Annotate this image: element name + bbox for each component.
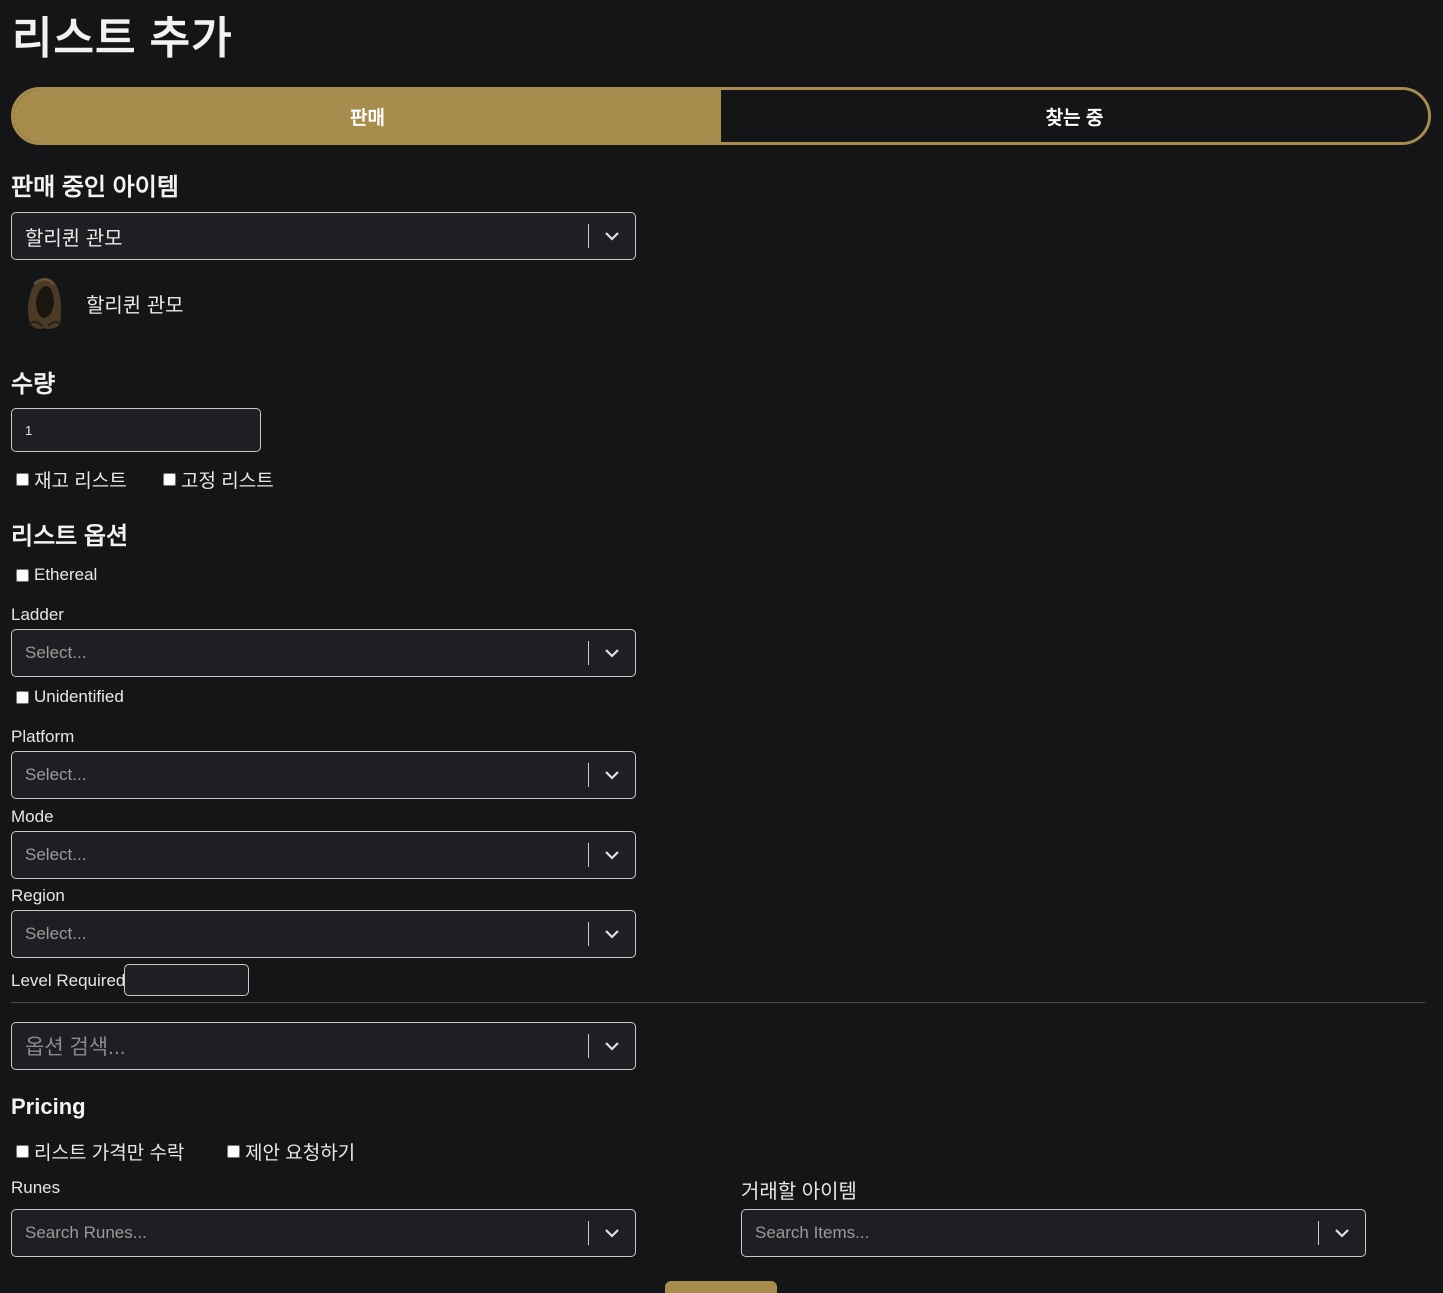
trade-items-placeholder: Search Items... <box>755 1223 870 1242</box>
checkbox-box[interactable] <box>16 1145 29 1158</box>
section-divider <box>11 1002 1425 1003</box>
region-placeholder: Select... <box>25 924 87 943</box>
trade-items-select[interactable]: Search Items... <box>741 1209 1366 1257</box>
item-select[interactable]: 할리퀸 관모 <box>11 212 636 260</box>
stock-listing-label: 재고 리스트 <box>34 471 127 492</box>
ladder-select[interactable]: Select... <box>11 629 636 677</box>
chevron-down-icon[interactable] <box>1319 1228 1365 1238</box>
list-price-only-checkbox[interactable]: 리스트 가격만 수락 <box>16 1138 184 1165</box>
options-heading: 리스트 옵션 <box>11 523 129 550</box>
fixed-listing-checkbox[interactable]: 고정 리스트 <box>163 466 274 493</box>
request-offer-checkbox[interactable]: 제안 요청하기 <box>227 1138 355 1165</box>
request-offer-label: 제안 요청하기 <box>245 1143 356 1164</box>
item-section-heading: 판매 중인 아이템 <box>11 174 179 201</box>
checkbox-box[interactable] <box>16 568 29 582</box>
page-title: 리스트 추가 <box>12 14 233 63</box>
ladder-label: Ladder <box>11 605 64 624</box>
item-preview-name: 할리퀸 관모 <box>86 295 184 317</box>
fixed-listing-label: 고정 리스트 <box>181 471 274 492</box>
submit-button[interactable] <box>665 1281 777 1293</box>
checkbox-box[interactable] <box>163 473 176 486</box>
ladder-placeholder: Select... <box>25 643 87 662</box>
ethereal-label: Ethereal <box>34 565 98 584</box>
mode-label: Mode <box>11 807 54 826</box>
quantity-input[interactable]: 1 <box>11 408 261 452</box>
checkbox-box[interactable] <box>227 1145 240 1158</box>
tab-sell[interactable]: 판매 <box>14 90 721 142</box>
hood-helmet-icon <box>22 272 66 332</box>
chevron-down-icon[interactable] <box>589 850 635 860</box>
chevron-down-icon[interactable] <box>589 1041 635 1051</box>
unidentified-checkbox[interactable]: Unidentified <box>16 687 124 707</box>
mode-select[interactable]: Select... <box>11 831 636 879</box>
platform-select[interactable]: Select... <box>11 751 636 799</box>
tab-buy[interactable]: 찾는 중 <box>721 90 1428 142</box>
option-search-placeholder: 옵션 검색... <box>25 1036 126 1059</box>
checkbox-box[interactable] <box>16 690 29 704</box>
quantity-heading: 수량 <box>11 371 56 398</box>
list-price-only-label: 리스트 가격만 수락 <box>34 1143 185 1164</box>
checkbox-box[interactable] <box>16 473 29 486</box>
listing-type-toggle: 판매 찾는 중 <box>11 87 1431 145</box>
ethereal-checkbox[interactable]: Ethereal <box>16 565 97 585</box>
option-search-select[interactable]: 옵션 검색... <box>11 1022 636 1070</box>
platform-label: Platform <box>11 727 75 746</box>
chevron-down-icon[interactable] <box>589 1228 635 1238</box>
level-required-input[interactable] <box>124 964 249 996</box>
chevron-down-icon[interactable] <box>589 770 635 780</box>
item-select-value: 할리퀸 관모 <box>25 227 123 250</box>
chevron-down-icon[interactable] <box>589 648 635 658</box>
mode-placeholder: Select... <box>25 845 87 864</box>
chevron-down-icon[interactable] <box>589 929 635 939</box>
runes-select[interactable]: Search Runes... <box>11 1209 636 1257</box>
runes-label: Runes <box>11 1178 61 1197</box>
platform-placeholder: Select... <box>25 765 87 784</box>
trade-items-label: 거래할 아이템 <box>741 1181 857 1203</box>
unidentified-label: Unidentified <box>34 687 124 706</box>
region-select[interactable]: Select... <box>11 910 636 958</box>
chevron-down-icon[interactable] <box>589 231 635 241</box>
stock-listing-checkbox[interactable]: 재고 리스트 <box>16 466 127 493</box>
runes-placeholder: Search Runes... <box>25 1223 147 1242</box>
level-required-label: Level Required <box>11 971 126 990</box>
pricing-heading: Pricing <box>11 1094 86 1119</box>
region-label: Region <box>11 886 65 905</box>
